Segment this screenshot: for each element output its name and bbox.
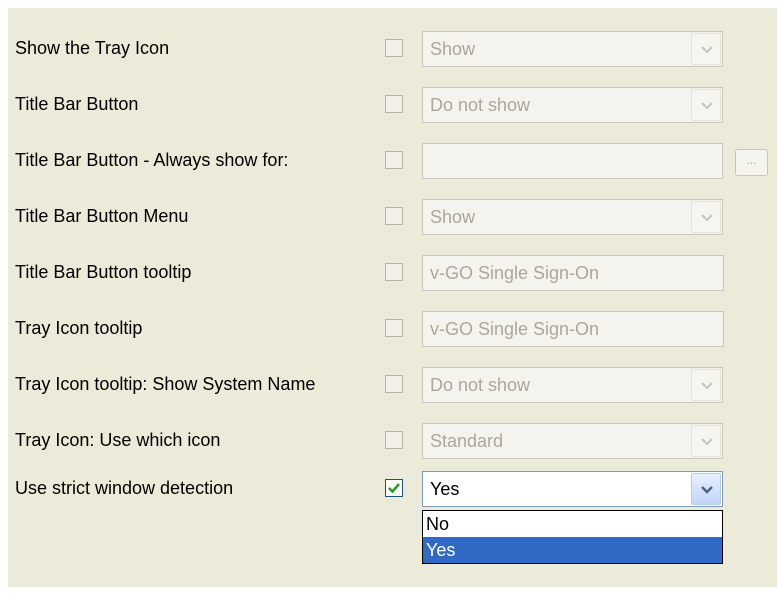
dropdown-option-no[interactable]: No bbox=[423, 511, 722, 537]
override-checkbox[interactable] bbox=[385, 431, 403, 449]
dropdown-arrow-button[interactable] bbox=[691, 369, 721, 401]
select-value: Show bbox=[430, 207, 476, 227]
checkmark-icon bbox=[388, 483, 400, 494]
dropdown-list: No Yes bbox=[422, 510, 723, 564]
override-checkbox[interactable] bbox=[385, 39, 403, 57]
title-bar-button-menu-select[interactable]: Show bbox=[422, 199, 723, 235]
select-value: Show bbox=[430, 39, 476, 59]
setting-row-title-bar-button: Title Bar Button Do not show bbox=[8, 86, 777, 123]
title-bar-button-tooltip-input[interactable]: v-GO Single Sign-On bbox=[422, 255, 724, 291]
setting-row-use-which-icon: Tray Icon: Use which icon Standard bbox=[8, 422, 777, 459]
setting-label: Use strict window detection bbox=[15, 477, 234, 498]
dropdown-arrow-button[interactable] bbox=[691, 33, 721, 65]
override-checkbox[interactable] bbox=[385, 95, 403, 113]
settings-panel: Show the Tray Icon Show Title Bar Button… bbox=[8, 8, 777, 587]
setting-row-title-bar-button-menu: Title Bar Button Menu Show bbox=[8, 198, 777, 235]
tray-icon-tooltip-input[interactable]: v-GO Single Sign-On bbox=[422, 311, 724, 347]
setting-row-show-system-name: Tray Icon tooltip: Show System Name Do n… bbox=[8, 366, 777, 403]
chevron-down-icon bbox=[701, 438, 713, 446]
override-checkbox[interactable] bbox=[385, 319, 403, 337]
override-checkbox[interactable] bbox=[385, 207, 403, 225]
chevron-down-icon bbox=[701, 214, 713, 222]
override-checkbox[interactable] bbox=[385, 375, 403, 393]
setting-row-title-bar-button-tooltip: Title Bar Button tooltip v-GO Single Sig… bbox=[8, 254, 777, 291]
override-checkbox-checked[interactable] bbox=[385, 479, 403, 497]
select-value: Do not show bbox=[430, 375, 531, 395]
dropdown-arrow-button[interactable] bbox=[691, 89, 721, 121]
override-checkbox[interactable] bbox=[385, 263, 403, 281]
input-value: v-GO Single Sign-On bbox=[430, 263, 600, 283]
setting-label: Title Bar Button bbox=[15, 93, 139, 114]
setting-row-always-show-for: Title Bar Button - Always show for: ... bbox=[8, 142, 777, 179]
select-value: Do not show bbox=[430, 95, 531, 115]
setting-label: Title Bar Button Menu bbox=[15, 205, 189, 226]
override-checkbox[interactable] bbox=[385, 151, 403, 169]
dropdown-arrow-button[interactable] bbox=[691, 201, 721, 233]
show-system-name-select[interactable]: Do not show bbox=[422, 367, 723, 403]
setting-row-strict-window-detection: Use strict window detection Yes bbox=[8, 470, 777, 507]
setting-label: Tray Icon tooltip bbox=[15, 317, 143, 338]
show-tray-icon-select[interactable]: Show bbox=[422, 31, 723, 67]
select-value: Yes bbox=[430, 479, 460, 499]
always-show-for-input[interactable] bbox=[422, 143, 723, 179]
setting-label: Tray Icon: Use which icon bbox=[15, 429, 221, 450]
use-which-icon-select[interactable]: Standard bbox=[422, 423, 723, 459]
setting-row-show-tray-icon: Show the Tray Icon Show bbox=[8, 30, 777, 67]
setting-row-tray-icon-tooltip: Tray Icon tooltip v-GO Single Sign-On bbox=[8, 310, 777, 347]
dropdown-arrow-button[interactable] bbox=[691, 425, 721, 457]
input-value: v-GO Single Sign-On bbox=[430, 319, 600, 339]
dropdown-arrow-button[interactable] bbox=[691, 473, 721, 505]
title-bar-button-select[interactable]: Do not show bbox=[422, 87, 723, 123]
chevron-down-icon bbox=[701, 102, 713, 110]
strict-window-detection-select[interactable]: Yes bbox=[422, 471, 723, 507]
setting-label: Show the Tray Icon bbox=[15, 37, 170, 58]
chevron-down-icon bbox=[701, 486, 713, 494]
browse-button[interactable]: ... bbox=[735, 149, 768, 176]
dropdown-option-yes[interactable]: Yes bbox=[423, 537, 722, 563]
setting-label: Title Bar Button tooltip bbox=[15, 261, 192, 282]
select-value: Standard bbox=[430, 431, 504, 451]
chevron-down-icon bbox=[701, 46, 713, 54]
setting-label: Title Bar Button - Always show for: bbox=[15, 149, 289, 170]
setting-label: Tray Icon tooltip: Show System Name bbox=[15, 373, 316, 394]
chevron-down-icon bbox=[701, 382, 713, 390]
